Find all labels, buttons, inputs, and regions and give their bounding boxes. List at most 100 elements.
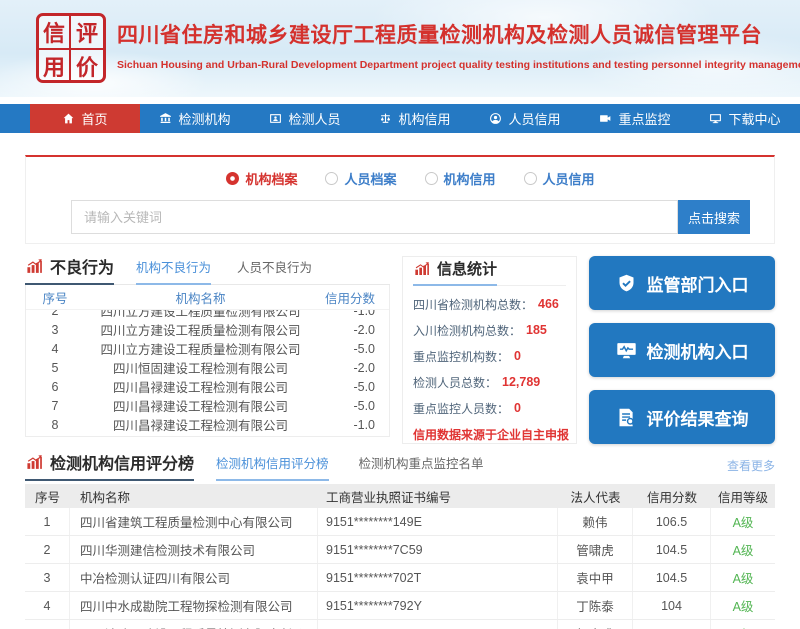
table-row[interactable]: 1 四川省建筑工程质量检测中心有限公司 9151********149E 赖伟 …: [25, 508, 775, 536]
shield-check-icon: [616, 273, 637, 294]
bad-behavior-row[interactable]: 3 四川立方建设工程质量检测有限公司 -2.0: [26, 320, 389, 339]
page-subtitle: Sichuan Housing and Urban-Rural Developm…: [117, 59, 790, 71]
row-org-name: 四川恒固建设工程检测有限公司: [84, 358, 317, 377]
table-row[interactable]: 5 四川渝建研建设工程质量检测有限责任公司 9151********9680 邹…: [25, 620, 775, 629]
info-stats-title: 信息统计: [413, 258, 497, 286]
dashboard-columns: 不良行为 机构不良行为 人员不良行为 序号 机构名称 信用分数 2 四川立方建设…: [25, 256, 775, 444]
row-license-number: 9151********149E: [318, 508, 558, 535]
stat-label: 检测人员总数：: [413, 374, 497, 391]
row-org-name: 四川渝建研建设工程质量检测有限责任公司: [70, 620, 318, 629]
nav-item-label: 首页: [81, 109, 107, 128]
search-scope-option[interactable]: 机构档案: [226, 169, 297, 188]
logo-char: 价: [71, 50, 103, 82]
tab[interactable]: 机构不良行为: [136, 257, 211, 285]
row-credit-grade: A级: [711, 564, 775, 591]
radio-icon[interactable]: [425, 172, 438, 185]
stat-value: 0: [514, 401, 521, 415]
column-header-name: 机构名称: [84, 288, 317, 307]
nav-item[interactable]: 首页: [30, 104, 140, 133]
row-credit-score: -5.0: [317, 342, 389, 356]
radio-icon[interactable]: [524, 172, 537, 185]
rating-board-tabs: 检测机构信用评分榜 检测机构重点监控名单: [216, 453, 484, 480]
row-org-name: 四川立方建设工程质量检测有限公司: [84, 310, 317, 320]
stat-label: 重点监控人员数：: [413, 400, 509, 417]
row-legal-person: 邹鑫盛: [558, 620, 633, 629]
table-row[interactable]: 3 中冶检测认证四川有限公司 9151********702T 袁中甲 104.…: [25, 564, 775, 592]
portal-button-label: 评价结果查询: [647, 405, 749, 430]
row-credit-score: 104: [633, 592, 711, 619]
bad-behavior-row[interactable]: 4 四川立方建设工程质量检测有限公司 -5.0: [26, 339, 389, 358]
doc-search-icon: [616, 407, 637, 428]
nav-item[interactable]: 检测人员: [250, 104, 360, 133]
column-header-seq: 序号: [26, 288, 84, 307]
radio-icon[interactable]: [325, 172, 338, 185]
home-icon: [62, 112, 75, 125]
row-org-name: 四川省建筑工程质量检测中心有限公司: [70, 508, 318, 535]
bad-behavior-title-label: 不良行为: [50, 254, 114, 278]
search-scope-option[interactable]: 人员信用: [524, 169, 595, 188]
stat-value: 12,789: [502, 375, 540, 389]
tab[interactable]: 人员不良行为: [237, 257, 312, 285]
monitor-icon: [599, 112, 612, 125]
bad-behavior-row[interactable]: 5 四川恒固建设工程检测有限公司 -2.0: [26, 358, 389, 377]
row-seq: 3: [25, 564, 70, 591]
id-card-icon: [269, 112, 282, 125]
column-header-grade: 信用等级: [711, 487, 775, 506]
row-credit-score: 104.5: [633, 564, 711, 591]
bad-behavior-list[interactable]: 2 四川立方建设工程质量检测有限公司 -1.0 3 四川立方建设工程质量检测有限…: [26, 310, 389, 436]
search-button[interactable]: 点击搜索: [678, 200, 750, 234]
nav-item[interactable]: 人员信用: [470, 104, 580, 133]
portal-button[interactable]: 评价结果查询: [589, 390, 775, 444]
bad-behavior-row[interactable]: 2 四川立方建设工程质量检测有限公司 -1.0: [26, 310, 389, 320]
radio-icon[interactable]: [226, 172, 239, 185]
bad-behavior-row[interactable]: 8 四川昌禄建设工程检测有限公司 -1.0: [26, 415, 389, 434]
row-seq: 1: [25, 508, 70, 535]
row-org-name: 中冶检测认证四川有限公司: [70, 564, 318, 591]
logo-char: 用: [39, 50, 71, 82]
portal-buttons: 监管部门入口 检测机构入口 评价结果查询: [589, 256, 775, 444]
rating-board-header: 检测机构信用评分榜 检测机构信用评分榜 检测机构重点监控名单 查看更多: [25, 454, 775, 480]
bad-behavior-row[interactable]: 6 四川昌禄建设工程检测有限公司 -5.0: [26, 377, 389, 396]
column-header-seq: 序号: [25, 487, 70, 506]
info-stats-list: 四川省检测机构总数： 466 入川检测机构总数： 185 重点监控机构数： 0 …: [413, 286, 566, 421]
row-credit-grade: A级: [711, 620, 775, 629]
nav-item[interactable]: 重点监控: [580, 104, 690, 133]
bad-behavior-title: 不良行为: [25, 254, 114, 285]
search-scope-option[interactable]: 机构信用: [425, 169, 496, 188]
row-seq: 2: [26, 310, 84, 318]
row-legal-person: 丁陈泰: [558, 592, 633, 619]
row-credit-score: 103.8: [633, 620, 711, 629]
search-input[interactable]: [71, 200, 678, 234]
bad-behavior-header: 不良行为 机构不良行为 人员不良行为: [25, 256, 390, 285]
bank-icon: [159, 112, 172, 125]
logo-char: 信: [39, 16, 71, 50]
tab-label: 人员不良行为: [237, 261, 312, 275]
row-org-name: 四川昌禄建设工程检测有限公司: [84, 396, 317, 415]
tab[interactable]: 检测机构重点监控名单: [359, 453, 484, 481]
nav-item[interactable]: 机构信用: [360, 104, 470, 133]
stat-value: 466: [538, 297, 559, 311]
info-stats-panel: 信息统计 四川省检测机构总数： 466 入川检测机构总数： 185 重点监控机构…: [402, 256, 577, 444]
column-header-score: 信用分数: [317, 288, 389, 307]
row-license-number: 9151********792Y: [318, 592, 558, 619]
nav-item[interactable]: 检测机构: [140, 104, 250, 133]
search-scope-option-label: 人员信用: [543, 169, 595, 188]
view-more-link[interactable]: 查看更多: [727, 457, 775, 480]
tab[interactable]: 检测机构信用评分榜: [216, 453, 329, 481]
search-row: 点击搜索: [71, 200, 750, 234]
table-row[interactable]: 2 四川华测建信检测技术有限公司 9151********7C59 管啸虎 10…: [25, 536, 775, 564]
table-row[interactable]: 4 四川中水成勘院工程物探检测有限公司 9151********792Y 丁陈泰…: [25, 592, 775, 620]
trend-chart-icon: [25, 258, 44, 275]
portal-button[interactable]: 检测机构入口: [589, 323, 775, 377]
user-circle-icon: [489, 112, 502, 125]
search-scope-option[interactable]: 人员档案: [325, 169, 396, 188]
nav-item-label: 机构信用: [398, 109, 450, 128]
portal-button[interactable]: 监管部门入口: [589, 256, 775, 310]
row-org-name: 四川中水成勘院工程物探检测有限公司: [70, 592, 318, 619]
bad-behavior-row[interactable]: 7 四川昌禄建设工程检测有限公司 -5.0: [26, 396, 389, 415]
nav-item[interactable]: 下载中心: [690, 104, 800, 133]
row-seq: 4: [26, 342, 84, 356]
portal-button-label: 检测机构入口: [647, 338, 749, 363]
stat-item: 重点监控机构数： 0: [413, 343, 566, 369]
info-stats-header: 信息统计: [413, 257, 566, 286]
